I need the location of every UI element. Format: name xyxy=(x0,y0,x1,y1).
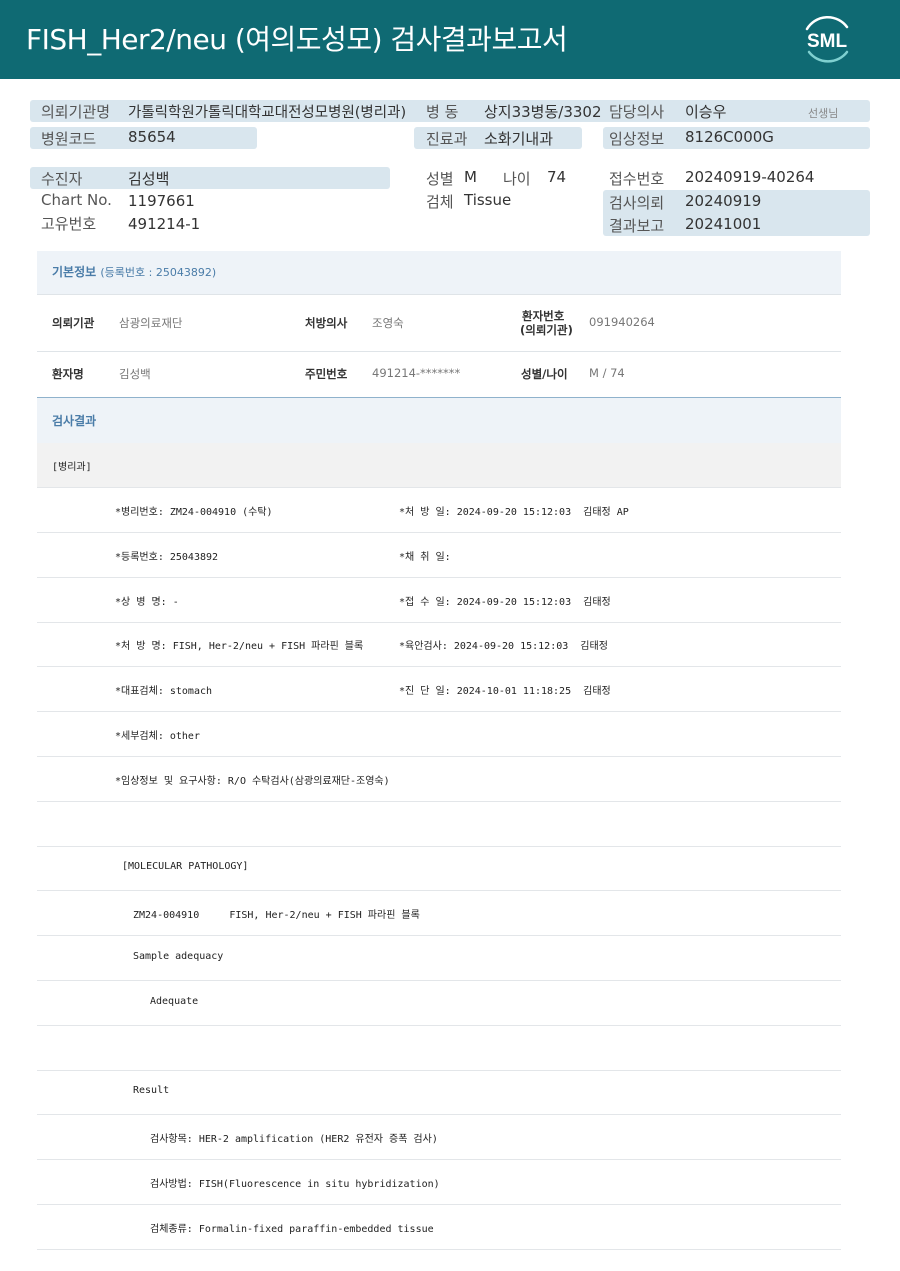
result-line-left: *병리번호: ZM24-004910 (수탁) xyxy=(115,507,273,518)
patient-no-label-2: (의뢰기관) xyxy=(520,323,573,337)
report-title: FISH_Her2/neu (여의도성모) 검사결과보고서 xyxy=(26,23,568,56)
report-date-value: 20241001 xyxy=(685,215,762,233)
request-date-label: 검사의뢰 xyxy=(609,194,665,212)
result-line-left: Sample adequacy xyxy=(133,951,224,962)
result-line-right: *진 단 일: 2024-10-01 11:18:25 김태정 xyxy=(399,686,611,698)
org-value: 삼광의료재단 xyxy=(119,316,183,330)
ward-label: 병 동 xyxy=(426,103,459,121)
results-header: 검사결과 xyxy=(37,398,841,443)
unique-no-label: 고유번호 xyxy=(41,215,97,233)
chart-no-value: 1197661 xyxy=(128,192,195,210)
result-line-right: *접 수 일: 2024-09-20 15:12:03 김태정 xyxy=(399,596,611,608)
result-line-right: *처 방 일: 2024-09-20 15:12:03 김태정 AP xyxy=(399,507,629,518)
basic-info-title: 기본정보 (등록번호 : 25043892) xyxy=(52,263,216,280)
requesting-org-value: 가톨릭학원가톨릭대학교대전성모병원(병리과) xyxy=(128,105,407,121)
result-line-row: *처 방 명: FISH, Her-2/neu + FISH 파라핀 블록 *육안… xyxy=(37,622,841,668)
rrn-label: 주민번호 xyxy=(305,367,348,381)
dept-row: [병리과] xyxy=(37,443,841,488)
sml-logo: SML xyxy=(805,15,849,63)
results-title: 검사결과 xyxy=(52,414,97,428)
result-line-left: *세부검체: other xyxy=(115,731,200,742)
result-line-left: *등록번호: 25043892 xyxy=(115,551,219,563)
result-line-left: *임상정보 및 요구사항: R/O 수탁검사(삼광의료재단-조영숙) xyxy=(115,775,390,787)
result-line-row: *임상정보 및 요구사항: R/O 수탁검사(삼광의료재단-조영숙) xyxy=(37,757,841,802)
dept-label: [병리과] xyxy=(52,462,92,473)
sml-logo-text: SML xyxy=(807,31,848,52)
result-line-left: Adequate xyxy=(150,995,199,1007)
patient-no-value: 091940264 xyxy=(589,315,655,329)
summary-bar-patient xyxy=(30,167,390,189)
result-line-row: Sample adequacy xyxy=(37,936,841,981)
result-line-left: 검사방법: FISH(Fluorescence in situ hybridiz… xyxy=(150,1179,440,1190)
department-value: 소화기내과 xyxy=(484,130,554,148)
rrn-value: 491214-******* xyxy=(372,366,461,380)
sex-value: M xyxy=(464,168,477,186)
patient-label: 수진자 xyxy=(41,170,83,188)
name-value: 김성백 xyxy=(119,367,151,381)
sex-age-value: M / 74 xyxy=(589,366,625,380)
prescriber-value: 조영숙 xyxy=(372,316,404,330)
prescriber-label: 처방의사 xyxy=(305,316,348,330)
divider xyxy=(37,351,841,352)
result-line-left: *처 방 명: FISH, Her-2/neu + FISH 파라핀 블록 xyxy=(115,641,364,653)
hospital-code-value: 85654 xyxy=(128,128,176,146)
result-line-left: 검체종류: Formalin-fixed paraffin-embedded t… xyxy=(150,1223,434,1235)
registration-number: (등록번호 : 25043892) xyxy=(100,266,217,279)
ward-value: 상지33병동/3302 xyxy=(484,103,602,121)
unique-no-value: 491214-1 xyxy=(128,215,201,233)
result-line-right: *육안검사: 2024-09-20 15:12:03 김태정 xyxy=(399,641,608,653)
clinical-info-label: 임상정보 xyxy=(609,130,665,148)
doctor-suffix: 선생님 xyxy=(808,107,839,120)
result-line-row: Adequate xyxy=(37,981,841,1026)
report-date-label: 결과보고 xyxy=(609,217,665,235)
report-header: FISH_Her2/neu (여의도성모) 검사결과보고서 SML xyxy=(0,0,900,79)
result-line-row xyxy=(37,802,841,847)
result-line-row: *상 병 명: - *접 수 일: 2024-09-20 15:12:03 김태정 xyxy=(37,578,841,623)
age-label: 나이 xyxy=(503,170,531,188)
name-label: 환자명 xyxy=(52,367,84,381)
result-line-row: [MOLECULAR PATHOLOGY] xyxy=(37,846,841,892)
result-line-row: 검사방법: FISH(Fluorescence in situ hybridiz… xyxy=(37,1160,841,1205)
sex-age-label: 성별/나이 xyxy=(521,367,568,381)
result-line-right: *채 취 일: xyxy=(399,551,451,563)
basic-info-title-text: 기본정보 xyxy=(52,265,97,279)
result-line-row: 검사항목: HER-2 amplification (HER2 유전자 증폭 검… xyxy=(37,1115,841,1161)
request-date-value: 20240919 xyxy=(685,192,762,210)
result-line-left: *대표검체: stomach xyxy=(115,686,213,698)
doctor-label: 담당의사 xyxy=(609,103,665,121)
specimen-value: Tissue xyxy=(464,191,512,209)
chart-no-label: Chart No. xyxy=(41,191,112,209)
result-line-row xyxy=(37,1026,841,1071)
result-line-row: Result xyxy=(37,1070,841,1116)
result-line-left: ZM24-004910 FISH, Her-2/neu + FISH 파라핀 블… xyxy=(133,910,420,922)
department-label: 진료과 xyxy=(426,130,468,148)
org-label: 의뢰기관 xyxy=(52,316,95,330)
result-line-row: *등록번호: 25043892 *채 취 일: xyxy=(37,533,841,578)
divider xyxy=(37,294,841,295)
result-line-row: *대표검체: stomach *진 단 일: 2024-10-01 11:18:2… xyxy=(37,667,841,713)
result-line-row: *병리번호: ZM24-004910 (수탁) *처 방 일: 2024-09-2… xyxy=(37,488,841,533)
doctor-value: 이승우 xyxy=(685,103,727,121)
receipt-no-value: 20240919-40264 xyxy=(685,168,815,186)
requesting-org-label: 의뢰기관명 xyxy=(41,103,111,121)
hospital-code-label: 병원코드 xyxy=(41,130,97,148)
result-line-left: Result xyxy=(133,1085,170,1097)
result-line-left: [MOLECULAR PATHOLOGY] xyxy=(122,861,249,873)
sex-label: 성별 xyxy=(426,170,454,188)
age-value: 74 xyxy=(547,168,567,186)
result-line-row: ZM24-004910 FISH, Her-2/neu + FISH 파라핀 블… xyxy=(37,891,841,937)
result-line-left: 검사항목: HER-2 amplification (HER2 유전자 증폭 검… xyxy=(150,1134,438,1146)
result-line-row: 검체종류: Formalin-fixed paraffin-embedded t… xyxy=(37,1205,841,1250)
patient-value: 김성백 xyxy=(128,170,170,188)
result-line-row: *세부검체: other xyxy=(37,712,841,757)
basic-info-header: 기본정보 (등록번호 : 25043892) xyxy=(37,251,841,294)
clinical-info-value: 8126C000G xyxy=(685,128,774,146)
receipt-no-label: 접수번호 xyxy=(609,170,665,188)
specimen-label: 검체 xyxy=(426,193,454,211)
result-line-left: *상 병 명: - xyxy=(115,596,179,608)
